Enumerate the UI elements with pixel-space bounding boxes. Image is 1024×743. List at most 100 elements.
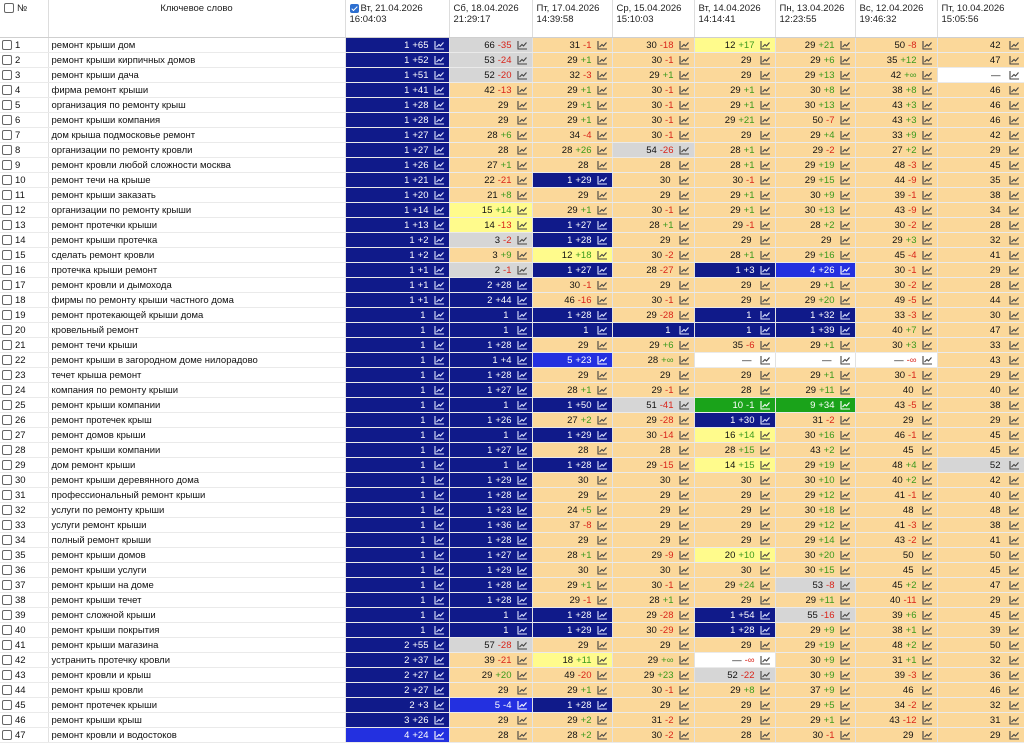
position-cell[interactable]: 1 <box>345 352 450 368</box>
position-cell[interactable]: 29 <box>694 517 776 533</box>
position-cell[interactable]: 28 +1 <box>612 592 695 608</box>
position-cell[interactable]: 29 +1 <box>532 112 613 128</box>
line-chart-icon[interactable] <box>1008 685 1021 695</box>
keyword-cell[interactable]: ремонт крыши течет <box>48 592 346 608</box>
line-chart-icon[interactable] <box>596 355 609 365</box>
row-number[interactable]: 34 <box>0 532 49 548</box>
line-chart-icon[interactable] <box>516 115 529 125</box>
position-cell[interactable]: 29 <box>532 487 613 503</box>
position-cell[interactable]: 1 <box>345 337 450 353</box>
position-cell[interactable]: 46 <box>937 97 1024 113</box>
table-row[interactable]: 38 ремонт крыши течет 1 1 +28 29 -1 28 +1 29 29 +11… <box>0 592 1024 608</box>
position-cell[interactable]: 28 <box>449 142 533 158</box>
line-chart-icon[interactable] <box>433 85 446 95</box>
line-chart-icon[interactable] <box>1008 415 1021 425</box>
row-number[interactable]: 19 <box>0 307 49 323</box>
line-chart-icon[interactable] <box>759 55 772 65</box>
position-cell[interactable]: 29 +4 <box>775 127 856 143</box>
row-checkbox[interactable] <box>2 174 12 185</box>
line-chart-icon[interactable] <box>678 145 691 155</box>
position-cell[interactable]: 29 +24 <box>694 577 776 593</box>
line-chart-icon[interactable] <box>1008 580 1021 590</box>
position-cell[interactable]: 29 +2 <box>532 712 613 728</box>
line-chart-icon[interactable] <box>433 115 446 125</box>
position-cell[interactable]: 28 <box>532 442 613 458</box>
line-chart-icon[interactable] <box>433 415 446 425</box>
position-cell[interactable]: 1 +29 <box>449 472 533 488</box>
line-chart-icon[interactable] <box>433 580 446 590</box>
row-checkbox[interactable] <box>2 684 12 695</box>
position-cell[interactable]: 29 -28 <box>612 607 695 623</box>
row-checkbox[interactable] <box>2 54 12 65</box>
position-cell[interactable]: 31 +1 <box>855 652 938 668</box>
position-cell[interactable]: 1 +28 <box>532 457 613 473</box>
line-chart-icon[interactable] <box>1008 295 1021 305</box>
position-cell[interactable]: 27 +1 <box>449 157 533 173</box>
line-chart-icon[interactable] <box>516 670 529 680</box>
position-cell[interactable]: 1 <box>449 322 533 338</box>
position-cell[interactable]: 29 <box>532 337 613 353</box>
line-chart-icon[interactable] <box>759 700 772 710</box>
row-checkbox[interactable] <box>2 309 12 320</box>
row-checkbox[interactable] <box>2 264 12 275</box>
position-cell[interactable]: 30 +10 <box>775 472 856 488</box>
row-checkbox[interactable] <box>2 324 12 335</box>
line-chart-icon[interactable] <box>516 70 529 80</box>
line-chart-icon[interactable] <box>516 175 529 185</box>
keyword-cell[interactable]: протечка крыши ремонт <box>48 262 346 278</box>
position-cell[interactable]: 31 -2 <box>612 712 695 728</box>
position-cell[interactable]: 39 +6 <box>855 607 938 623</box>
line-chart-icon[interactable] <box>678 310 691 320</box>
line-chart-icon[interactable] <box>921 235 934 245</box>
line-chart-icon[interactable] <box>678 250 691 260</box>
row-checkbox[interactable] <box>2 714 12 725</box>
keyword-cell[interactable]: организации по ремонту крыши <box>48 202 346 218</box>
line-chart-icon[interactable] <box>678 40 691 50</box>
line-chart-icon[interactable] <box>759 175 772 185</box>
line-chart-icon[interactable] <box>678 670 691 680</box>
line-chart-icon[interactable] <box>596 250 609 260</box>
row-checkbox[interactable] <box>2 249 12 260</box>
line-chart-icon[interactable] <box>516 325 529 335</box>
table-row[interactable]: 9 ремонт кровли любой сложности москва 1 +2… <box>0 157 1024 173</box>
row-checkbox[interactable] <box>2 129 12 140</box>
position-cell[interactable]: 29 <box>855 727 938 743</box>
position-cell[interactable]: 1 <box>345 562 450 578</box>
line-chart-icon[interactable] <box>678 295 691 305</box>
position-cell[interactable]: 29 +1 <box>532 202 613 218</box>
row-checkbox[interactable] <box>2 489 12 500</box>
table-row[interactable]: 18 фирмы по ремонту крыши частного дома 1 +… <box>0 292 1024 308</box>
line-chart-icon[interactable] <box>678 175 691 185</box>
position-cell[interactable]: 42 <box>937 127 1024 143</box>
keyword-cell[interactable]: ремонт протекающей крыши дома <box>48 307 346 323</box>
position-cell[interactable]: 30 -2 <box>612 727 695 743</box>
position-cell[interactable]: 32 <box>937 652 1024 668</box>
line-chart-icon[interactable] <box>1008 445 1021 455</box>
line-chart-icon[interactable] <box>516 265 529 275</box>
position-cell[interactable]: 12 +17 <box>694 37 776 53</box>
row-checkbox[interactable] <box>2 654 12 665</box>
position-cell[interactable]: 49 -20 <box>532 667 613 683</box>
line-chart-icon[interactable] <box>759 220 772 230</box>
line-chart-icon[interactable] <box>759 235 772 245</box>
table-row[interactable]: 47 ремонт кровли и водостоков 4 +24 28 28 +2 30… <box>0 727 1024 743</box>
line-chart-icon[interactable] <box>839 550 852 560</box>
row-checkbox[interactable] <box>2 534 12 545</box>
line-chart-icon[interactable] <box>596 55 609 65</box>
position-cell[interactable]: 28 <box>937 217 1024 233</box>
position-cell[interactable]: 1 +1 <box>345 262 450 278</box>
line-chart-icon[interactable] <box>596 85 609 95</box>
line-chart-icon[interactable] <box>678 265 691 275</box>
position-cell[interactable]: 29 <box>612 517 695 533</box>
position-cell[interactable]: 39 <box>937 622 1024 638</box>
line-chart-icon[interactable] <box>433 295 446 305</box>
line-chart-icon[interactable] <box>921 655 934 665</box>
line-chart-icon[interactable] <box>678 625 691 635</box>
position-cell[interactable]: 30 -29 <box>612 622 695 638</box>
position-cell[interactable]: 1 +27 <box>532 262 613 278</box>
header-num[interactable]: № <box>0 0 49 38</box>
line-chart-icon[interactable] <box>759 280 772 290</box>
line-chart-icon[interactable] <box>759 730 772 740</box>
line-chart-icon[interactable] <box>759 310 772 320</box>
line-chart-icon[interactable] <box>433 220 446 230</box>
